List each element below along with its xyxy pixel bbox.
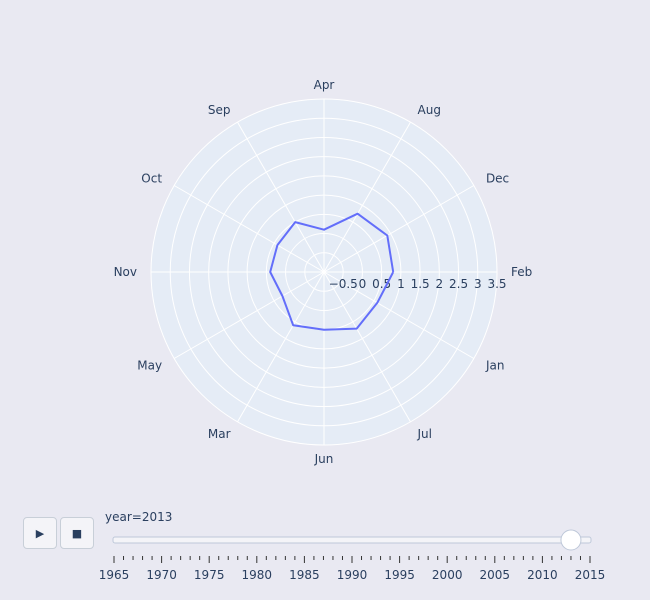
angular-tick-label: Sep — [208, 103, 231, 117]
angular-tick-label: Jul — [417, 427, 432, 441]
angular-tick-label: May — [137, 359, 162, 373]
slider-tick-label: 2015 — [575, 568, 606, 582]
angular-tick-label: Dec — [486, 172, 509, 186]
slider-tick-label: 1970 — [146, 568, 177, 582]
angular-tick-label: Nov — [114, 265, 137, 279]
angular-tick-label: Oct — [141, 172, 162, 186]
slider-current-value: year=2013 — [105, 510, 173, 524]
slider-tick-label: 2010 — [527, 568, 558, 582]
stop-button[interactable]: ■ — [60, 517, 94, 549]
play-button[interactable]: ▶ — [23, 517, 57, 549]
polar-grid — [150, 98, 498, 446]
angular-tick-label: Jan — [485, 359, 505, 373]
year-slider[interactable]: 1965 1970 1975 1980 1985 1990 1995 2000 2005 2010… — [99, 529, 606, 582]
slider-tick-label: 1995 — [384, 568, 415, 582]
radial-tick-label: 0 — [359, 277, 367, 291]
slider-tick-label: 1965 — [99, 568, 130, 582]
radial-tick-label: 1.5 — [411, 277, 430, 291]
slider-handle[interactable] — [560, 529, 582, 551]
radial-axis-labels: −0.5 0 0.5 1 1.5 2 2.5 3 3.5 — [329, 277, 507, 291]
slider-tick-label: 1990 — [337, 568, 368, 582]
angular-tick-label: Apr — [314, 78, 335, 92]
slider-tick-label: 1985 — [289, 568, 320, 582]
slider-tick-label: 1975 — [194, 568, 225, 582]
slider-track — [112, 536, 592, 544]
slider-tick-label: 2000 — [432, 568, 463, 582]
radial-tick-label: 2 — [436, 277, 444, 291]
radial-tick-label: 3.5 — [487, 277, 506, 291]
angular-tick-label: Aug — [418, 103, 441, 117]
radial-tick-label: 3 — [474, 277, 482, 291]
radial-tick-label: 1 — [397, 277, 405, 291]
angular-tick-label: Jun — [314, 452, 334, 466]
slider-tick-label: 1980 — [242, 568, 273, 582]
play-icon: ▶ — [35, 526, 45, 540]
angular-tick-label: Feb — [511, 265, 532, 279]
slider-tick-label: 2005 — [480, 568, 511, 582]
radial-tick-label: −0.5 — [329, 277, 358, 291]
stop-icon: ■ — [71, 526, 83, 540]
polar-chart: Feb Dec Aug Apr Sep Oct Nov May Mar Jun Jul Jan −0.… — [99, 78, 606, 582]
angular-tick-label: Mar — [208, 427, 231, 441]
radial-tick-label: 2.5 — [449, 277, 468, 291]
radial-tick-label: 0.5 — [372, 277, 391, 291]
